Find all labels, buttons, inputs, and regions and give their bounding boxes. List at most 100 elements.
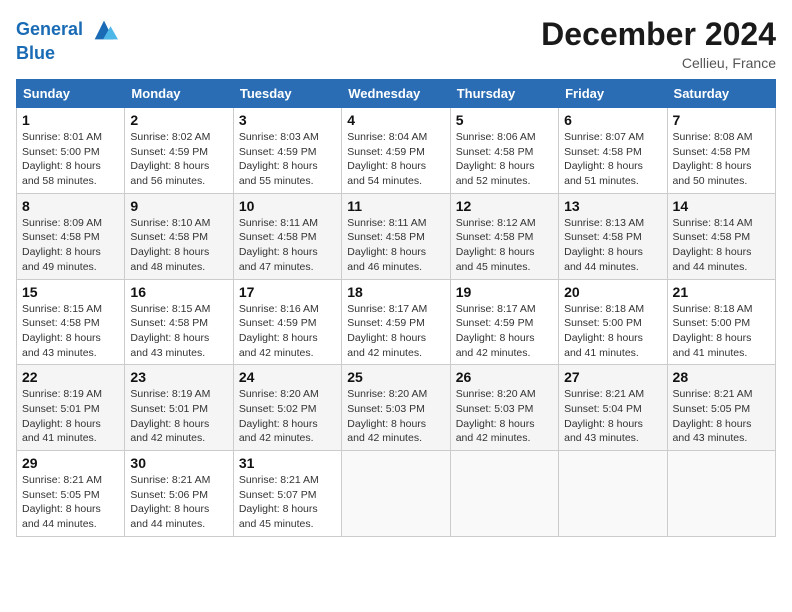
day-number: 26 [456, 369, 553, 385]
calendar-cell: 18Sunrise: 8:17 AMSunset: 4:59 PMDayligh… [342, 279, 450, 365]
day-number: 19 [456, 284, 553, 300]
day-detail: Sunrise: 8:21 AMSunset: 5:05 PMDaylight:… [673, 387, 770, 446]
day-detail: Sunrise: 8:21 AMSunset: 5:04 PMDaylight:… [564, 387, 661, 446]
day-detail: Sunrise: 8:10 AMSunset: 4:58 PMDaylight:… [130, 216, 227, 275]
day-number: 10 [239, 198, 336, 214]
calendar-cell: 14 Sunrise: 8:14 AMSunset: 4:58 PMDayligh… [667, 193, 775, 279]
column-header-thursday: Thursday [450, 80, 558, 108]
day-number: 6 [564, 112, 661, 128]
calendar-cell: 17Sunrise: 8:16 AMSunset: 4:59 PMDayligh… [233, 279, 341, 365]
calendar-cell: 13 Sunrise: 8:13 AMSunset: 4:58 PMDayligh… [559, 193, 667, 279]
calendar-cell: 19 Sunrise: 8:17 AMSunset: 4:59 PMDayligh… [450, 279, 558, 365]
day-number: 13 [564, 198, 661, 214]
day-detail: Sunrise: 8:20 AMSunset: 5:03 PMDaylight:… [347, 387, 444, 446]
calendar-cell: 10 Sunrise: 8:11 AMSunset: 4:58 PMDayligh… [233, 193, 341, 279]
month-title: December 2024 [541, 16, 776, 53]
column-header-saturday: Saturday [667, 80, 775, 108]
day-number: 29 [22, 455, 119, 471]
day-detail: Sunrise: 8:02 AMSunset: 4:59 PMDaylight:… [130, 130, 227, 189]
calendar-cell: 8 Sunrise: 8:09 AMSunset: 4:58 PMDaylight… [17, 193, 125, 279]
day-number: 18 [347, 284, 444, 300]
calendar-table: SundayMondayTuesdayWednesdayThursdayFrid… [16, 79, 776, 537]
day-detail: Sunrise: 8:19 AMSunset: 5:01 PMDaylight:… [130, 387, 227, 446]
calendar-cell: 1 Sunrise: 8:01 AMSunset: 5:00 PMDaylight… [17, 108, 125, 194]
header-row: SundayMondayTuesdayWednesdayThursdayFrid… [17, 80, 776, 108]
title-area: December 2024 Cellieu, France [541, 16, 776, 71]
day-number: 2 [130, 112, 227, 128]
day-number: 15 [22, 284, 119, 300]
day-number: 22 [22, 369, 119, 385]
day-detail: Sunrise: 8:11 AMSunset: 4:58 PMDaylight:… [239, 216, 336, 275]
column-header-monday: Monday [125, 80, 233, 108]
column-header-friday: Friday [559, 80, 667, 108]
calendar-cell: 3 Sunrise: 8:03 AMSunset: 4:59 PMDaylight… [233, 108, 341, 194]
day-detail: Sunrise: 8:13 AMSunset: 4:58 PMDaylight:… [564, 216, 661, 275]
day-detail: Sunrise: 8:21 AMSunset: 5:07 PMDaylight:… [239, 473, 336, 532]
day-number: 20 [564, 284, 661, 300]
calendar-cell: 6 Sunrise: 8:07 AMSunset: 4:58 PMDaylight… [559, 108, 667, 194]
calendar-week-1: 1 Sunrise: 8:01 AMSunset: 5:00 PMDaylight… [17, 108, 776, 194]
day-number: 24 [239, 369, 336, 385]
day-number: 28 [673, 369, 770, 385]
day-detail: Sunrise: 8:18 AMSunset: 5:00 PMDaylight:… [673, 302, 770, 361]
calendar-week-5: 29 Sunrise: 8:21 AMSunset: 5:05 PMDayligh… [17, 451, 776, 537]
day-detail: Sunrise: 8:03 AMSunset: 4:59 PMDaylight:… [239, 130, 336, 189]
day-detail: Sunrise: 8:15 AMSunset: 4:58 PMDaylight:… [130, 302, 227, 361]
day-detail: Sunrise: 8:15 AMSunset: 4:58 PMDaylight:… [22, 302, 119, 361]
day-number: 21 [673, 284, 770, 300]
day-detail: Sunrise: 8:21 AMSunset: 5:06 PMDaylight:… [130, 473, 227, 532]
calendar-cell: 23 Sunrise: 8:19 AMSunset: 5:01 PMDayligh… [125, 365, 233, 451]
day-number: 12 [456, 198, 553, 214]
calendar-cell: 24 Sunrise: 8:20 AMSunset: 5:02 PMDayligh… [233, 365, 341, 451]
column-header-sunday: Sunday [17, 80, 125, 108]
day-detail: Sunrise: 8:18 AMSunset: 5:00 PMDaylight:… [564, 302, 661, 361]
day-detail: Sunrise: 8:14 AMSunset: 4:58 PMDaylight:… [673, 216, 770, 275]
day-number: 3 [239, 112, 336, 128]
calendar-week-3: 15 Sunrise: 8:15 AMSunset: 4:58 PMDayligh… [17, 279, 776, 365]
day-number: 9 [130, 198, 227, 214]
day-detail: Sunrise: 8:04 AMSunset: 4:59 PMDaylight:… [347, 130, 444, 189]
day-detail: Sunrise: 8:01 AMSunset: 5:00 PMDaylight:… [22, 130, 119, 189]
calendar-cell: 31 Sunrise: 8:21 AMSunset: 5:07 PMDayligh… [233, 451, 341, 537]
calendar-cell: 15 Sunrise: 8:15 AMSunset: 4:58 PMDayligh… [17, 279, 125, 365]
calendar-cell: 4 Sunrise: 8:04 AMSunset: 4:59 PMDaylight… [342, 108, 450, 194]
day-number: 31 [239, 455, 336, 471]
day-detail: Sunrise: 8:08 AMSunset: 4:58 PMDaylight:… [673, 130, 770, 189]
calendar-cell: 30 Sunrise: 8:21 AMSunset: 5:06 PMDayligh… [125, 451, 233, 537]
day-number: 5 [456, 112, 553, 128]
calendar-cell: 11Sunrise: 8:11 AMSunset: 4:58 PMDayligh… [342, 193, 450, 279]
day-number: 8 [22, 198, 119, 214]
day-number: 4 [347, 112, 444, 128]
day-number: 14 [673, 198, 770, 214]
day-detail: Sunrise: 8:12 AMSunset: 4:58 PMDaylight:… [456, 216, 553, 275]
day-number: 11 [347, 198, 444, 214]
calendar-cell [342, 451, 450, 537]
page-header: General Blue December 2024 Cellieu, Fran… [16, 16, 776, 71]
calendar-cell: 12 Sunrise: 8:12 AMSunset: 4:58 PMDayligh… [450, 193, 558, 279]
calendar-cell [450, 451, 558, 537]
calendar-cell: 5 Sunrise: 8:06 AMSunset: 4:58 PMDaylight… [450, 108, 558, 194]
day-detail: Sunrise: 8:19 AMSunset: 5:01 PMDaylight:… [22, 387, 119, 446]
day-detail: Sunrise: 8:06 AMSunset: 4:58 PMDaylight:… [456, 130, 553, 189]
calendar-cell: 9 Sunrise: 8:10 AMSunset: 4:58 PMDaylight… [125, 193, 233, 279]
day-number: 23 [130, 369, 227, 385]
column-header-wednesday: Wednesday [342, 80, 450, 108]
calendar-week-4: 22 Sunrise: 8:19 AMSunset: 5:01 PMDayligh… [17, 365, 776, 451]
day-detail: Sunrise: 8:17 AMSunset: 4:59 PMDaylight:… [456, 302, 553, 361]
day-number: 30 [130, 455, 227, 471]
logo-icon [90, 16, 118, 44]
day-detail: Sunrise: 8:07 AMSunset: 4:58 PMDaylight:… [564, 130, 661, 189]
calendar-week-2: 8 Sunrise: 8:09 AMSunset: 4:58 PMDaylight… [17, 193, 776, 279]
day-detail: Sunrise: 8:20 AMSunset: 5:02 PMDaylight:… [239, 387, 336, 446]
day-detail: Sunrise: 8:21 AMSunset: 5:05 PMDaylight:… [22, 473, 119, 532]
logo-text: General [16, 16, 118, 44]
day-number: 1 [22, 112, 119, 128]
calendar-cell: 29 Sunrise: 8:21 AMSunset: 5:05 PMDayligh… [17, 451, 125, 537]
calendar-cell: 27Sunrise: 8:21 AMSunset: 5:04 PMDayligh… [559, 365, 667, 451]
logo-line2: Blue [16, 44, 118, 64]
day-number: 7 [673, 112, 770, 128]
calendar-cell: 26Sunrise: 8:20 AMSunset: 5:03 PMDayligh… [450, 365, 558, 451]
day-detail: Sunrise: 8:09 AMSunset: 4:58 PMDaylight:… [22, 216, 119, 275]
calendar-cell: 28 Sunrise: 8:21 AMSunset: 5:05 PMDayligh… [667, 365, 775, 451]
calendar-cell [559, 451, 667, 537]
